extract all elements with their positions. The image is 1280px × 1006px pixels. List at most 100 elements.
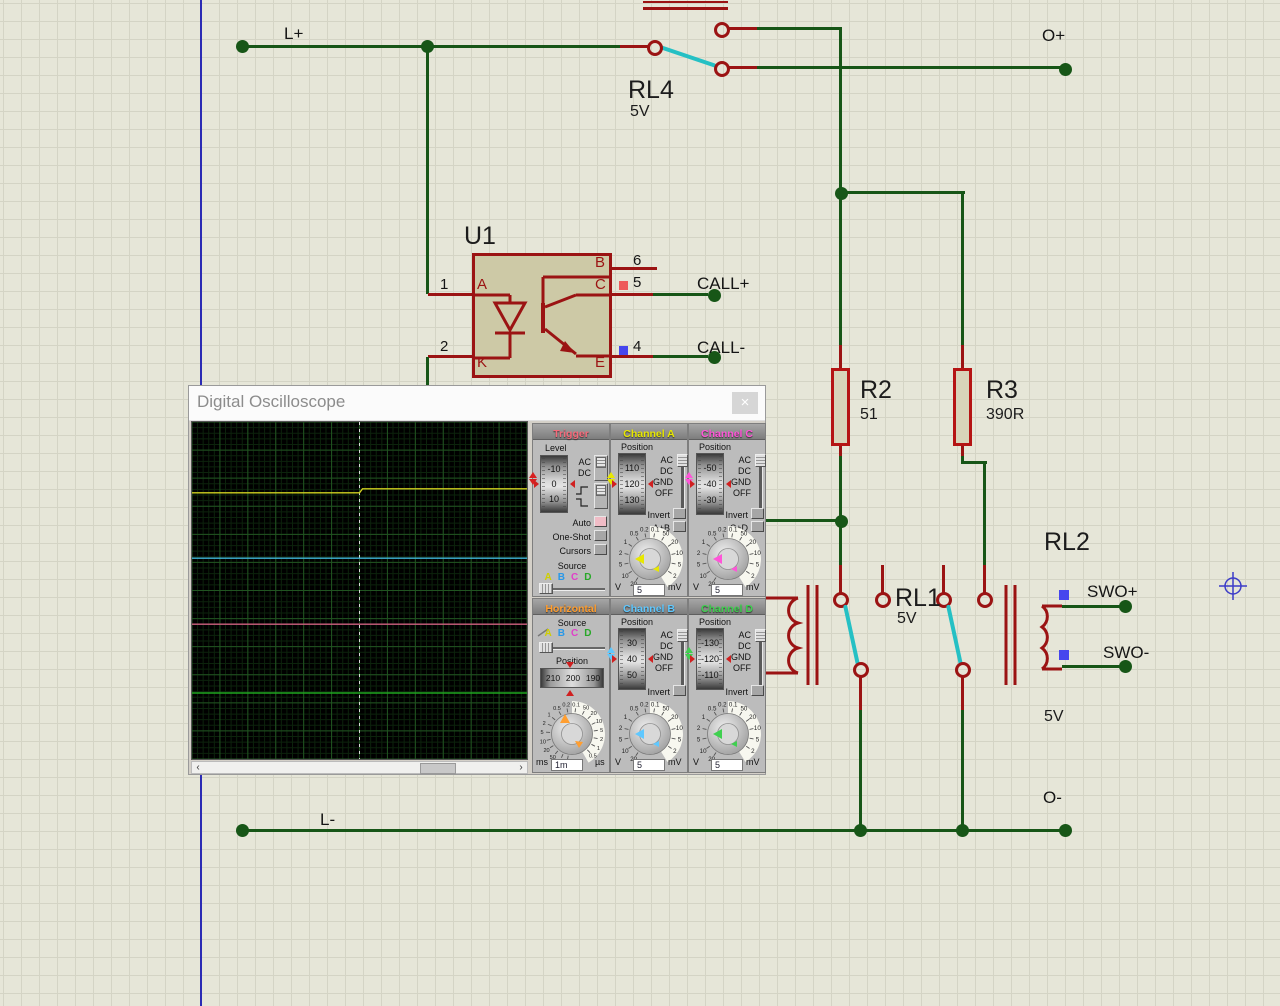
channel-c-position-thumbwheel[interactable]: -50 -40 -30 [696, 453, 724, 515]
u1-ref[interactable]: U1 [464, 222, 496, 251]
off-label: OFF [655, 663, 673, 673]
wire-segment [859, 710, 862, 832]
channel-c-coupling-slider[interactable] [755, 454, 766, 511]
channel-c-scale-value[interactable]: 5 [711, 584, 743, 596]
horizontal-source-slider[interactable] [539, 642, 605, 653]
channel-c-invert-button[interactable] [751, 508, 764, 519]
net-label-swo-plus: SWO+ [1087, 582, 1138, 601]
position-label: Position [699, 442, 732, 452]
r3-ref[interactable]: R3 [986, 376, 1018, 405]
scroll-right-icon[interactable]: › [515, 762, 527, 773]
channel-a-coupling-slider[interactable] [677, 454, 688, 511]
r3-resistor-body[interactable] [953, 368, 972, 446]
trigger-source-channels[interactable]: ABCD [533, 572, 609, 583]
svg-text:50: 50 [662, 531, 669, 538]
wire-segment [961, 193, 964, 345]
trigger-source-slider[interactable] [539, 583, 605, 594]
rl2-value: 5V [1044, 708, 1064, 725]
source-channel-c[interactable]: C [571, 628, 584, 639]
pin-segment [729, 27, 757, 30]
source-channel-a[interactable]: A [545, 628, 558, 639]
svg-text:50: 50 [740, 706, 747, 713]
svg-text:10: 10 [622, 748, 629, 755]
window-title: Digital Oscilloscope [197, 392, 346, 411]
channel-d-invert-button[interactable] [751, 685, 764, 696]
panel-title: Horizontal [545, 603, 597, 615]
dc-label: DC [660, 641, 673, 651]
rl4-coil-plate [643, 1, 728, 3]
cursors-button[interactable] [594, 544, 607, 555]
channel-b-position-thumbwheel[interactable]: 30 40 50 [618, 628, 646, 690]
timebase-value[interactable]: 1m [551, 759, 583, 771]
svg-text:20: 20 [543, 748, 549, 754]
panel-channel-d: Channel D Position -130 -120 -110 AC DC … [685, 598, 766, 773]
svg-text:20: 20 [749, 539, 756, 546]
invert-label: Invert [647, 687, 670, 697]
r2-resistor-body[interactable] [831, 368, 850, 446]
trigger-level-thumbwheel[interactable]: -10 0 10 [540, 455, 568, 513]
wire-segment [839, 27, 842, 193]
trigger-edge-toggle[interactable] [594, 483, 608, 509]
rl1-ref[interactable]: RL1 [895, 584, 941, 613]
scroll-left-icon[interactable]: ‹ [192, 762, 204, 773]
rising-edge-icon [576, 486, 588, 495]
channel-b-coupling-slider[interactable] [677, 629, 688, 686]
source-channel-c[interactable]: C [571, 572, 584, 583]
off-label: OFF [733, 488, 751, 498]
rl4-switch-arm[interactable] [659, 45, 717, 68]
scrollbar-thumb[interactable] [420, 763, 456, 774]
svg-text:0.5: 0.5 [630, 706, 639, 713]
wire-dot [1059, 63, 1072, 76]
channel-d-scale-value[interactable]: 5 [711, 759, 743, 771]
source-channel-b[interactable]: B [558, 628, 571, 639]
u1-pin-number: 4 [633, 338, 642, 355]
ac-label: AC [738, 455, 751, 465]
pin-segment [859, 677, 862, 710]
rl4-ref[interactable]: RL4 [628, 76, 674, 105]
rl1-contact [853, 662, 869, 678]
wire-segment [426, 46, 429, 294]
wire-segment [1062, 665, 1120, 668]
rl1-switch-arm[interactable] [946, 604, 963, 666]
pin-segment [612, 293, 653, 296]
source-label: Source [557, 561, 587, 571]
rl1-coil[interactable] [758, 580, 828, 695]
channel-a-scale-value[interactable]: 5 [633, 584, 665, 596]
u1-pin-number: 5 [633, 274, 642, 291]
svg-text:2: 2 [543, 721, 546, 727]
rl2-ref[interactable]: RL2 [1044, 528, 1090, 557]
svg-text:10: 10 [754, 550, 761, 557]
r2-ref[interactable]: R2 [860, 376, 892, 405]
channel-d-position-thumbwheel[interactable]: -130 -120 -110 [696, 628, 724, 690]
rl4-contact [714, 22, 730, 38]
source-channel-b[interactable]: B [558, 572, 571, 583]
svg-text:10: 10 [676, 550, 683, 557]
auto-button[interactable] [594, 516, 607, 527]
net-label-call-plus: CALL+ [697, 274, 750, 293]
window-titlebar[interactable]: Digital Oscilloscope × [189, 386, 765, 421]
svg-text:5: 5 [697, 737, 701, 744]
level-label: Level [545, 443, 567, 453]
wheel-arrow [612, 655, 617, 663]
channel-a-invert-button[interactable] [673, 508, 686, 519]
rl1-switch-arm[interactable] [843, 604, 860, 666]
trigger-coupling-toggle[interactable] [594, 455, 608, 481]
channel-d-coupling-slider[interactable] [755, 629, 766, 686]
horizontal-position-thumbwheel[interactable]: 210 200 190 [540, 668, 604, 688]
invert-label: Invert [725, 687, 748, 697]
svg-text:0.1: 0.1 [572, 702, 580, 708]
channel-b-scale-value[interactable]: 5 [633, 759, 665, 771]
one-shot-button[interactable] [594, 530, 607, 541]
unit-mv-label: mV [746, 582, 760, 592]
channel-b-invert-button[interactable] [673, 685, 686, 696]
source-channel-a[interactable]: A [545, 572, 558, 583]
u1-pin-label-c: C [595, 276, 606, 293]
svg-text:10: 10 [754, 725, 761, 732]
source-channel-d[interactable]: D [584, 628, 597, 639]
channel-a-position-thumbwheel[interactable]: 110 120 130 [618, 453, 646, 515]
pin-state-marker-blue [1059, 650, 1069, 660]
close-icon[interactable]: × [732, 392, 758, 414]
source-channel-d[interactable]: D [584, 572, 597, 583]
horizontal-source-channels[interactable]: ABCD [533, 628, 609, 639]
scope-h-scrollbar[interactable]: ‹ › [191, 761, 528, 774]
